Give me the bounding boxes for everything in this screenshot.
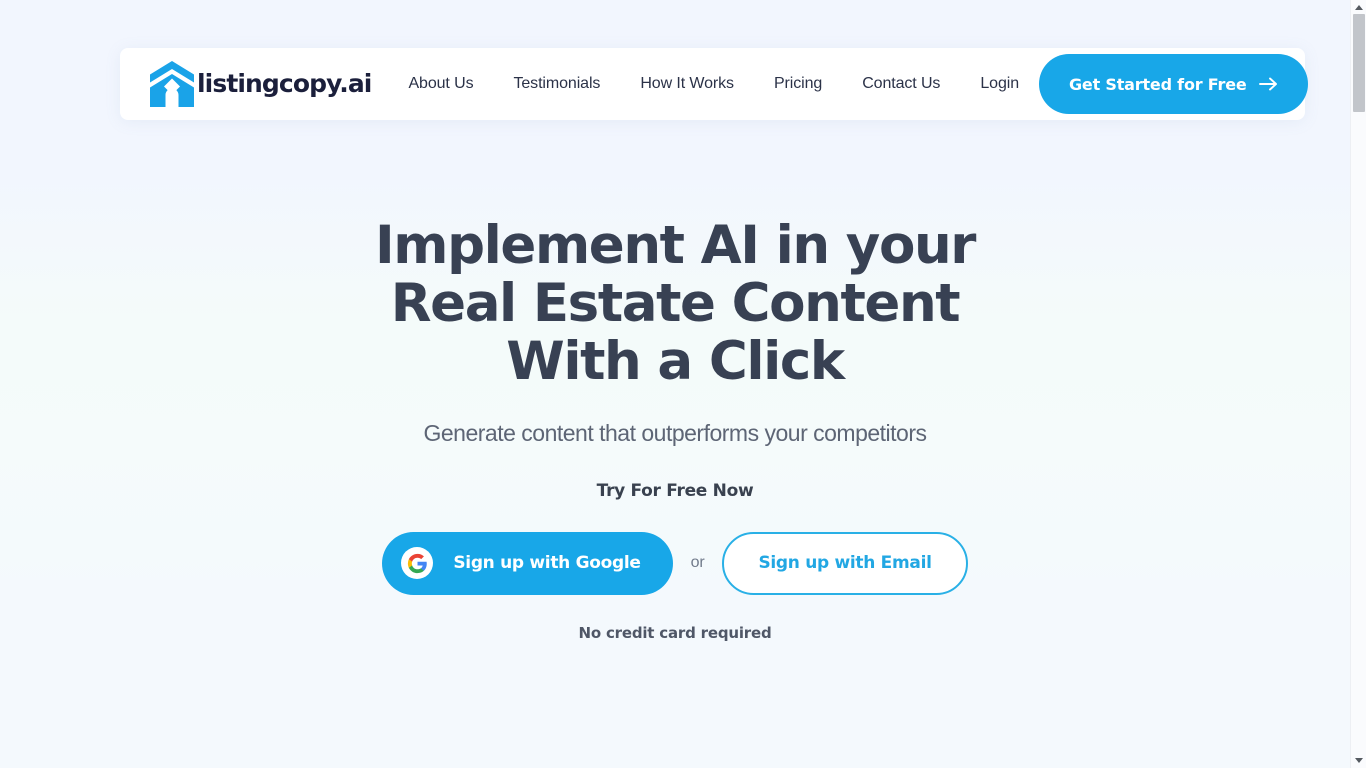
nav-link-about-us[interactable]: About Us	[388, 65, 493, 103]
try-for-free-label: Try For Free Now	[596, 480, 754, 501]
house-logo-icon	[150, 61, 194, 107]
signup-actions: Sign up with Google or Sign up with Emai…	[0, 531, 1350, 595]
get-started-label: Get Started for Free	[1069, 74, 1247, 94]
sign-up-with-email-label: Sign up with Email	[758, 553, 932, 574]
primary-nav: About Us Testimonials How It Works Prici…	[388, 65, 1039, 103]
brand-logo[interactable]: listingcopy.ai	[150, 61, 372, 107]
sign-up-with-google-button[interactable]: Sign up with Google	[382, 531, 673, 595]
scrollbar-thumb[interactable]	[1353, 14, 1365, 112]
site-header: listingcopy.ai About Us Testimonials How…	[120, 48, 1308, 120]
nav-link-testimonials[interactable]: Testimonials	[493, 65, 620, 103]
sign-up-with-email-button[interactable]: Sign up with Email	[722, 531, 968, 595]
sign-up-with-google-label: Sign up with Google	[453, 553, 641, 574]
scroll-up-arrow-icon[interactable]	[1351, 0, 1366, 15]
hero-title-line-1: Implement AI in your	[374, 215, 976, 276]
hero-subtitle: Generate content that outperforms your c…	[423, 420, 928, 446]
arrow-right-icon	[1258, 77, 1277, 91]
page-title: Implement AI in your Real Estate Content…	[0, 217, 1350, 391]
hero-section: Implement AI in your Real Estate Content…	[0, 120, 1350, 642]
nav-link-pricing[interactable]: Pricing	[754, 65, 842, 103]
nav-link-how-it-works[interactable]: How It Works	[620, 65, 754, 103]
no-credit-card-note: No credit card required	[578, 623, 772, 642]
scroll-down-arrow-icon[interactable]	[1351, 753, 1366, 768]
google-g-icon	[401, 547, 434, 580]
hero-title-line-2: Real Estate Content	[390, 273, 961, 334]
nav-link-contact-us[interactable]: Contact Us	[842, 65, 960, 103]
signup-separator: or	[690, 554, 705, 572]
hero-title-line-3: With a Click	[506, 331, 845, 392]
vertical-scrollbar[interactable]	[1350, 0, 1366, 768]
nav-link-login[interactable]: Login	[960, 65, 1039, 103]
page-viewport: listingcopy.ai About Us Testimonials How…	[0, 0, 1350, 768]
brand-name: listingcopy.ai	[197, 68, 372, 98]
get-started-button[interactable]: Get Started for Free	[1039, 54, 1308, 114]
